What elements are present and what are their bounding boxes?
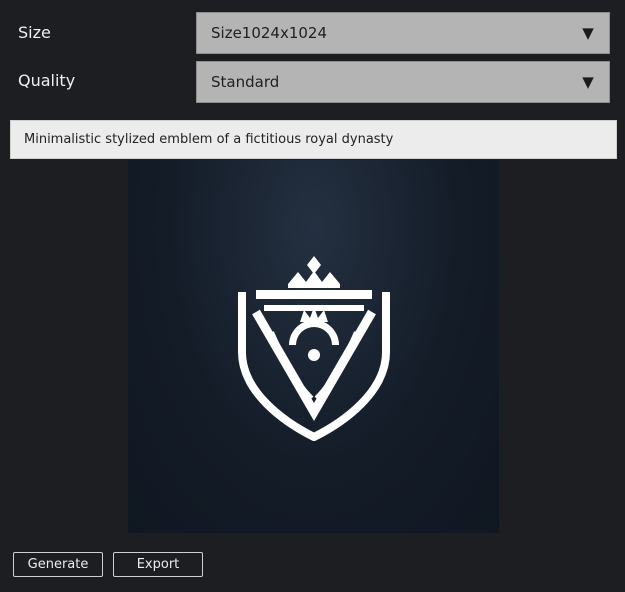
prompt-text: Minimalistic stylized emblem of a fictit… xyxy=(24,132,394,147)
size-dropdown-value: Size1024x1024 xyxy=(211,24,328,42)
chevron-down-icon: ▼ xyxy=(582,24,594,42)
quality-dropdown[interactable]: Standard ▼ xyxy=(196,61,610,103)
generate-button[interactable]: Generate xyxy=(13,552,103,577)
size-label: Size xyxy=(18,23,51,42)
quality-label: Quality xyxy=(18,71,76,90)
quality-dropdown-value: Standard xyxy=(211,73,280,91)
chevron-down-icon: ▼ xyxy=(582,73,594,91)
royal-crest-emblem-icon xyxy=(237,255,390,441)
prompt-input[interactable]: Minimalistic stylized emblem of a fictit… xyxy=(10,120,617,159)
size-dropdown[interactable]: Size1024x1024 ▼ xyxy=(196,12,610,54)
generated-image xyxy=(128,160,499,533)
export-button[interactable]: Export xyxy=(113,552,203,577)
